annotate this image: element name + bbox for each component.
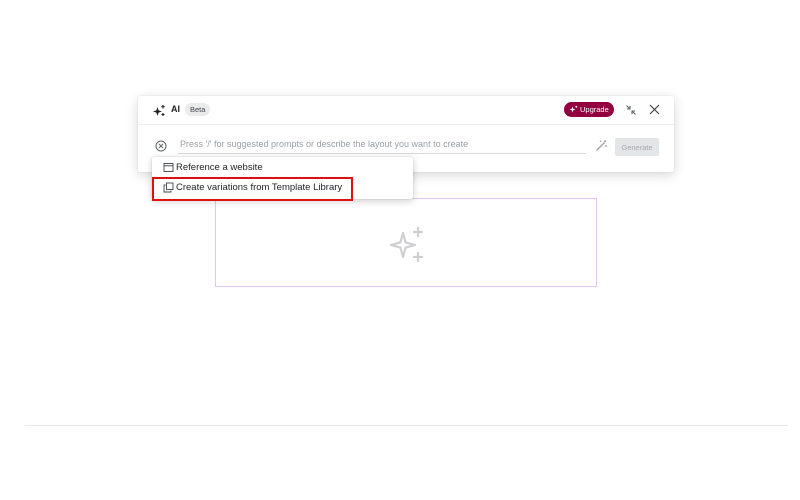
minimize-icon[interactable]: [625, 104, 637, 116]
ai-panel-header: AI Beta Upgrade: [138, 96, 674, 125]
menu-item-template-variations[interactable]: Create variations from Template Library: [152, 178, 413, 198]
bottom-divider: [25, 425, 788, 426]
close-icon[interactable]: [649, 104, 660, 115]
prompt-suggestions-menu: Reference a website Create variations fr…: [152, 157, 413, 199]
ai-placeholder-frame: [215, 198, 597, 287]
menu-item-label: Reference a website: [176, 162, 263, 173]
browser-window-icon: [163, 163, 174, 172]
sparkle-icon: [389, 226, 424, 263]
generate-button[interactable]: Generate: [615, 138, 659, 156]
magic-wand-icon[interactable]: [595, 139, 608, 152]
beta-badge: Beta: [185, 103, 211, 116]
menu-item-reference-website[interactable]: Reference a website: [152, 158, 413, 178]
upgrade-label: Upgrade: [580, 105, 609, 114]
editor-stage: AI Beta Upgrade Press '/' for suggested …: [0, 0, 800, 500]
ai-title: AI: [171, 104, 180, 114]
prompt-input[interactable]: [178, 136, 586, 154]
circle-close-icon[interactable]: [155, 140, 167, 152]
crown-icon: [569, 105, 578, 113]
upgrade-button[interactable]: Upgrade: [564, 102, 614, 117]
menu-item-label: Create variations from Template Library: [176, 182, 343, 193]
sparkle-icon: [153, 105, 165, 116]
copy-template-icon: [163, 182, 174, 193]
